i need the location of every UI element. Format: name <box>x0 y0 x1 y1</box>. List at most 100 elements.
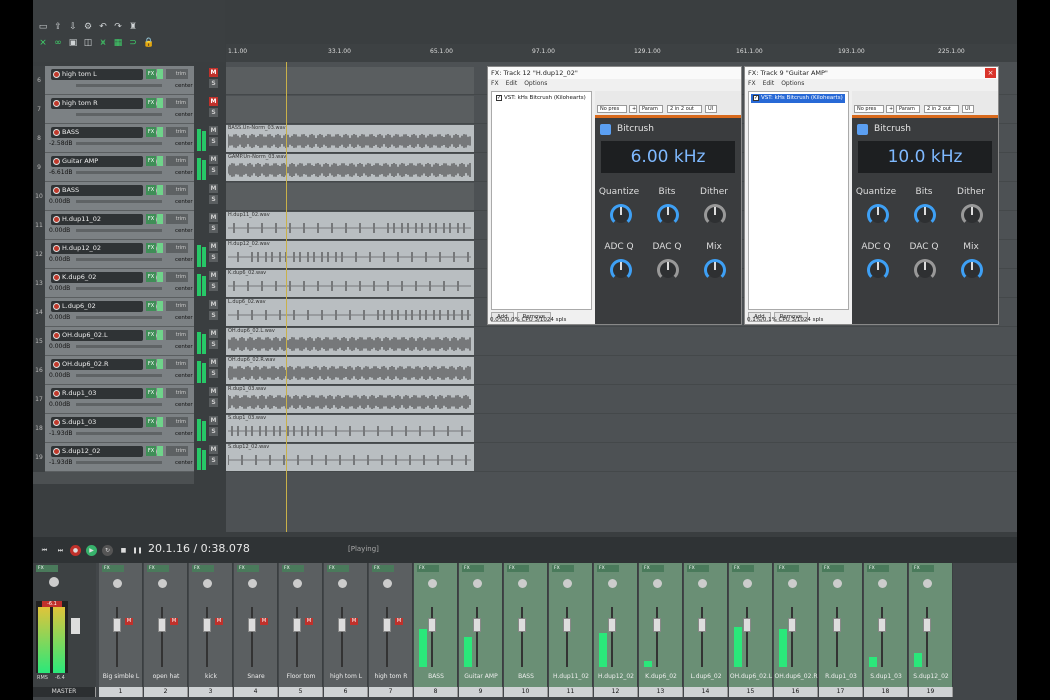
adc-q-knob[interactable] <box>610 259 632 281</box>
bits-knob[interactable] <box>914 204 936 226</box>
strip-fx-button[interactable]: FX <box>597 565 619 572</box>
trim-button[interactable]: trim <box>166 388 188 398</box>
strip-fx-button[interactable]: FX <box>327 565 349 572</box>
volume-slider[interactable] <box>76 200 162 203</box>
media-item[interactable]: R.dup1_03.wav <box>226 386 474 413</box>
fx-bypass-button[interactable] <box>157 417 163 427</box>
strip-pan-knob[interactable] <box>428 579 437 588</box>
media-item[interactable]: H.dup11_02.wav <box>226 212 474 239</box>
track-name[interactable]: high tom L <box>51 69 157 80</box>
master-pan-knob[interactable] <box>49 577 59 587</box>
play-icon[interactable]: ▶ <box>86 545 97 556</box>
io-pins-button[interactable]: 2 in 2 out <box>667 105 702 113</box>
mute-button[interactable]: M <box>209 329 218 338</box>
trim-button[interactable]: trim <box>166 214 188 224</box>
record-arm-icon[interactable] <box>53 216 60 223</box>
fx-bypass-button[interactable] <box>157 330 163 340</box>
new-project-icon[interactable]: ▭ <box>38 22 48 32</box>
go-to-start-icon[interactable]: ⏮ <box>39 545 50 556</box>
record-arm-icon[interactable] <box>53 419 60 426</box>
strip-fx-button[interactable]: FX <box>282 565 304 572</box>
fx-button[interactable]: FX <box>146 272 156 282</box>
volume-slider[interactable] <box>76 316 162 319</box>
fx-window-track-12[interactable]: FX: Track 12 "H.dup12_02" FX Edit Options … <box>487 66 742 325</box>
record-arm-icon[interactable] <box>53 303 60 310</box>
solo-button[interactable]: S <box>209 456 218 465</box>
strip-pan-knob[interactable] <box>698 579 707 588</box>
fx-button[interactable]: FX <box>146 156 156 166</box>
mute-button[interactable]: M <box>209 271 218 280</box>
mute-button[interactable]: M <box>209 242 218 251</box>
track-lane[interactable]: OH.dup6_02.R.wav <box>226 356 1017 385</box>
track-name[interactable]: S.dup12_02 <box>51 446 157 457</box>
volume-slider[interactable] <box>76 432 162 435</box>
mute-button[interactable]: M <box>209 184 218 193</box>
fx-button[interactable]: FX <box>146 359 156 369</box>
strip-fader[interactable] <box>473 618 481 632</box>
trim-button[interactable]: trim <box>166 98 188 108</box>
param-button[interactable]: Param <box>896 105 920 113</box>
volume-slider[interactable] <box>76 287 162 290</box>
track-header[interactable]: 17 R.dup1_03 FX trim 0.00dB center <box>33 385 194 414</box>
track-header[interactable]: 14 L.dup6_02 FX trim 0.00dB center <box>33 298 194 327</box>
track-name[interactable]: L.dup6_02 <box>51 301 157 312</box>
preset-dropdown[interactable]: No pres <box>854 105 884 113</box>
dac-q-knob[interactable] <box>914 259 936 281</box>
media-item[interactable]: S.dup1_03.wav <box>226 415 474 442</box>
fx-chain-item[interactable]: ✓ VST: kHs Bitcrush (Kilohearts) <box>751 94 845 103</box>
volume-slider[interactable] <box>76 258 162 261</box>
crossfade-icon[interactable]: ⩙ <box>98 38 108 48</box>
preset-add-button[interactable]: + <box>629 105 637 113</box>
mute-button[interactable]: M <box>209 358 218 367</box>
strip-fx-button[interactable]: FX <box>912 565 934 572</box>
media-item[interactable]: K.dup6_02.wav <box>226 270 474 297</box>
io-pins-button[interactable]: 2 in 2 out <box>924 105 959 113</box>
settings-icon[interactable]: ⚙ <box>83 22 93 32</box>
grid-toggle-icon[interactable]: ⨯ <box>38 38 48 48</box>
media-item[interactable]: BASS.Un-Norm_03.wav <box>226 125 474 152</box>
strip-fader[interactable] <box>653 618 661 632</box>
track-header[interactable]: 13 K.dup6_02 FX trim 0.00dB center <box>33 269 194 298</box>
menu-fx[interactable]: FX <box>748 80 756 87</box>
plugin-enable-icon[interactable] <box>857 124 868 135</box>
strip-mute-button[interactable]: M <box>395 618 403 625</box>
save-project-icon[interactable]: ⇩ <box>68 22 78 32</box>
mute-button[interactable]: M <box>209 416 218 425</box>
strip-pan-knob[interactable] <box>338 579 347 588</box>
strip-mute-button[interactable]: M <box>125 618 133 625</box>
mute-button[interactable]: M <box>209 68 218 77</box>
loop-icon[interactable]: ⊃ <box>128 38 138 48</box>
trim-button[interactable]: trim <box>166 69 188 79</box>
solo-button[interactable]: S <box>209 398 218 407</box>
lock-icon[interactable]: 🔒 <box>143 38 154 48</box>
fx-bypass-button[interactable] <box>157 243 163 253</box>
strip-fx-button[interactable]: FX <box>867 565 889 572</box>
fx-bypass-button[interactable] <box>157 127 163 137</box>
strip-fader[interactable] <box>923 618 931 632</box>
track-header[interactable]: 11 H.dup11_02 FX trim 0.00dB center <box>33 211 194 240</box>
fx-bypass-button[interactable] <box>157 185 163 195</box>
menu-fx[interactable]: FX <box>491 80 499 87</box>
volume-slider[interactable] <box>76 113 162 116</box>
strip-pan-knob[interactable] <box>293 579 302 588</box>
open-project-icon[interactable]: ⇪ <box>53 22 63 32</box>
strip-mute-button[interactable]: M <box>260 618 268 625</box>
record-arm-icon[interactable] <box>53 187 60 194</box>
close-icon[interactable]: × <box>985 68 996 78</box>
ui-toggle-button[interactable]: UI <box>705 105 717 113</box>
record-arm-icon[interactable] <box>53 274 60 281</box>
strip-pan-knob[interactable] <box>563 579 572 588</box>
strip-fx-button[interactable]: FX <box>462 565 484 572</box>
strip-fader[interactable] <box>698 618 706 632</box>
track-name[interactable]: Guitar AMP <box>51 156 157 167</box>
strip-pan-knob[interactable] <box>788 579 797 588</box>
record-arm-icon[interactable] <box>53 245 60 252</box>
param-button[interactable]: Param <box>639 105 663 113</box>
strip-fader[interactable] <box>338 618 346 632</box>
track-lane[interactable]: S.dup12_02.wav <box>226 443 1017 472</box>
master-fx-button[interactable]: FX <box>36 565 58 572</box>
mute-button[interactable]: M <box>209 213 218 222</box>
track-header[interactable]: 12 H.dup12_02 FX trim 0.00dB center <box>33 240 194 269</box>
strip-fader[interactable] <box>608 618 616 632</box>
undo-icon[interactable]: ↶ <box>98 22 108 32</box>
